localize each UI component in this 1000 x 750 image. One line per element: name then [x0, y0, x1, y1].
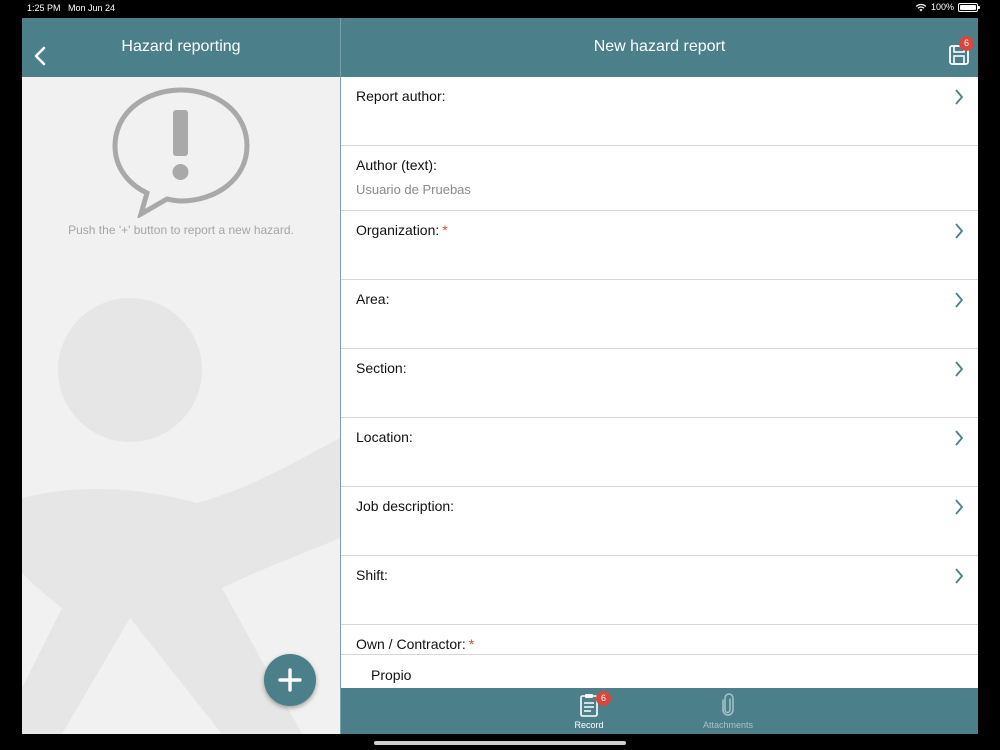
shift-label: Shift:: [356, 567, 388, 583]
battery-icon: [958, 2, 980, 12]
report-author-label: Report author:: [356, 88, 446, 104]
chevron-right-icon[interactable]: [954, 360, 964, 378]
location-label: Location:: [356, 429, 413, 445]
left-title: Hazard reporting: [121, 38, 241, 55]
app-screen: Hazard reporting Push the '+' button to …: [22, 18, 978, 734]
organization-label: Organization: *: [356, 222, 448, 238]
alert-speech-bubble-icon: [112, 87, 250, 218]
status-bar: 1:25 PM Mon Jun 24 100%: [0, 0, 1000, 16]
author-text-label: Author (text):: [356, 157, 437, 173]
status-date: Mon Jun 24: [68, 3, 116, 13]
page-title: New hazard report: [593, 38, 726, 55]
left-header: Hazard reporting: [22, 18, 340, 77]
section-field[interactable]: Section:: [341, 349, 978, 418]
report-author-field[interactable]: Report author:: [341, 77, 978, 146]
paperclip-icon: [722, 693, 734, 716]
hazard-list-pane: Hazard reporting Push the '+' button to …: [22, 18, 340, 734]
author-text-value: Usuario de Pruebas: [356, 182, 471, 197]
hazard-report-form: Report author: Author (text): Usuario de…: [341, 77, 978, 688]
area-field[interactable]: Area:: [341, 280, 978, 349]
add-hazard-button[interactable]: [264, 654, 316, 706]
bottom-tab-bar: 6 Record Attachments: [341, 688, 978, 734]
empty-state-message: Push the '+' button to report a new haza…: [68, 223, 294, 237]
shift-field[interactable]: Shift:: [341, 556, 978, 625]
job-description-field[interactable]: Job description:: [341, 487, 978, 556]
location-field[interactable]: Location:: [341, 418, 978, 487]
status-indicators: 100%: [915, 2, 980, 12]
battery-percent: 100%: [930, 2, 954, 12]
chevron-right-icon[interactable]: [954, 222, 964, 240]
chevron-right-icon[interactable]: [954, 88, 964, 106]
organization-field[interactable]: Organization: *: [341, 211, 978, 280]
chevron-right-icon[interactable]: [954, 429, 964, 447]
tab-attachments-label: Attachments: [702, 720, 754, 730]
area-label: Area:: [356, 291, 390, 307]
chevron-right-icon[interactable]: [954, 291, 964, 309]
section-label: Section:: [356, 360, 407, 376]
right-header: New hazard report 6: [341, 18, 978, 77]
chevron-right-icon[interactable]: [954, 498, 964, 516]
record-badge: 6: [596, 691, 611, 706]
tab-attachments[interactable]: Attachments: [698, 688, 758, 734]
required-mark: *: [442, 222, 448, 238]
author-text-field[interactable]: Author (text): Usuario de Pruebas: [341, 146, 978, 211]
tab-record-label: Record: [574, 720, 604, 730]
own-contractor-select[interactable]: Propio: [341, 654, 978, 688]
required-mark: *: [468, 636, 475, 652]
job-description-label: Job description:: [356, 498, 455, 514]
status-time: 1:25 PM: [27, 3, 61, 13]
tab-record[interactable]: 6 Record: [568, 688, 611, 734]
wifi-icon: [915, 3, 927, 11]
home-indicator[interactable]: [374, 741, 626, 745]
save-badge: 6: [959, 36, 974, 51]
chevron-right-icon[interactable]: [954, 567, 964, 585]
plus-icon: [278, 668, 302, 692]
own-contractor-label: Own / Contractor: *: [356, 636, 475, 652]
